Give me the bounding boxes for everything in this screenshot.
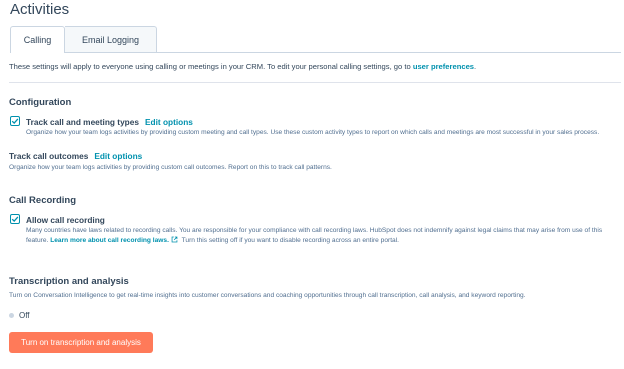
transcription-toggle[interactable]: Off (9, 311, 30, 320)
track-outcomes-description: Organize how your team logs activities b… (9, 164, 332, 171)
transcription-description: Turn on Conversation Intelligence to get… (9, 292, 526, 299)
transcription-status: Off (19, 311, 30, 320)
allow-recording-label: Allow call recording (26, 215, 105, 225)
intro-text-body: These settings will apply to everyone us… (9, 62, 413, 71)
track-outcomes-label: Track call outcomes (9, 151, 89, 161)
tabs-divider (10, 52, 621, 53)
recording-desc-part2: Turn this setting off if you want to dis… (179, 237, 399, 244)
toggle-dot-icon[interactable] (9, 313, 14, 318)
turn-on-transcription-button[interactable]: Turn on transcription and analysis (9, 332, 153, 353)
intro-text-suffix: . (474, 62, 477, 71)
call-recording-heading: Call Recording (9, 195, 77, 206)
track-types-edit-link[interactable]: Edit options (145, 117, 193, 127)
track-types-label: Track call and meeting types (26, 117, 139, 127)
track-outcomes-row: Track call outcomes Edit options (9, 151, 142, 161)
external-link-icon[interactable] (171, 236, 178, 243)
check-icon (11, 118, 19, 125)
recording-laws-link[interactable]: Learn more about call recording laws. (50, 237, 169, 244)
configuration-heading: Configuration (9, 97, 72, 108)
intro-text: These settings will apply to everyone us… (9, 62, 476, 71)
track-outcomes-edit-link[interactable]: Edit options (94, 151, 142, 161)
track-types-checkbox[interactable] (10, 116, 20, 126)
section-divider (9, 82, 621, 83)
page-title: Activities (10, 1, 70, 18)
allow-recording-description: Many countries have laws related to reco… (26, 226, 618, 246)
track-types-row: Track call and meeting types Edit options (26, 117, 193, 127)
allow-recording-checkbox[interactable] (10, 214, 20, 224)
check-icon (11, 216, 19, 223)
track-types-description: Organize how your team logs activities b… (26, 129, 600, 136)
tab-email-logging[interactable]: Email Logging (65, 26, 157, 53)
tab-calling[interactable]: Calling (10, 26, 65, 53)
user-preferences-link[interactable]: user preferences (413, 62, 474, 71)
transcription-heading: Transcription and analysis (9, 276, 129, 287)
